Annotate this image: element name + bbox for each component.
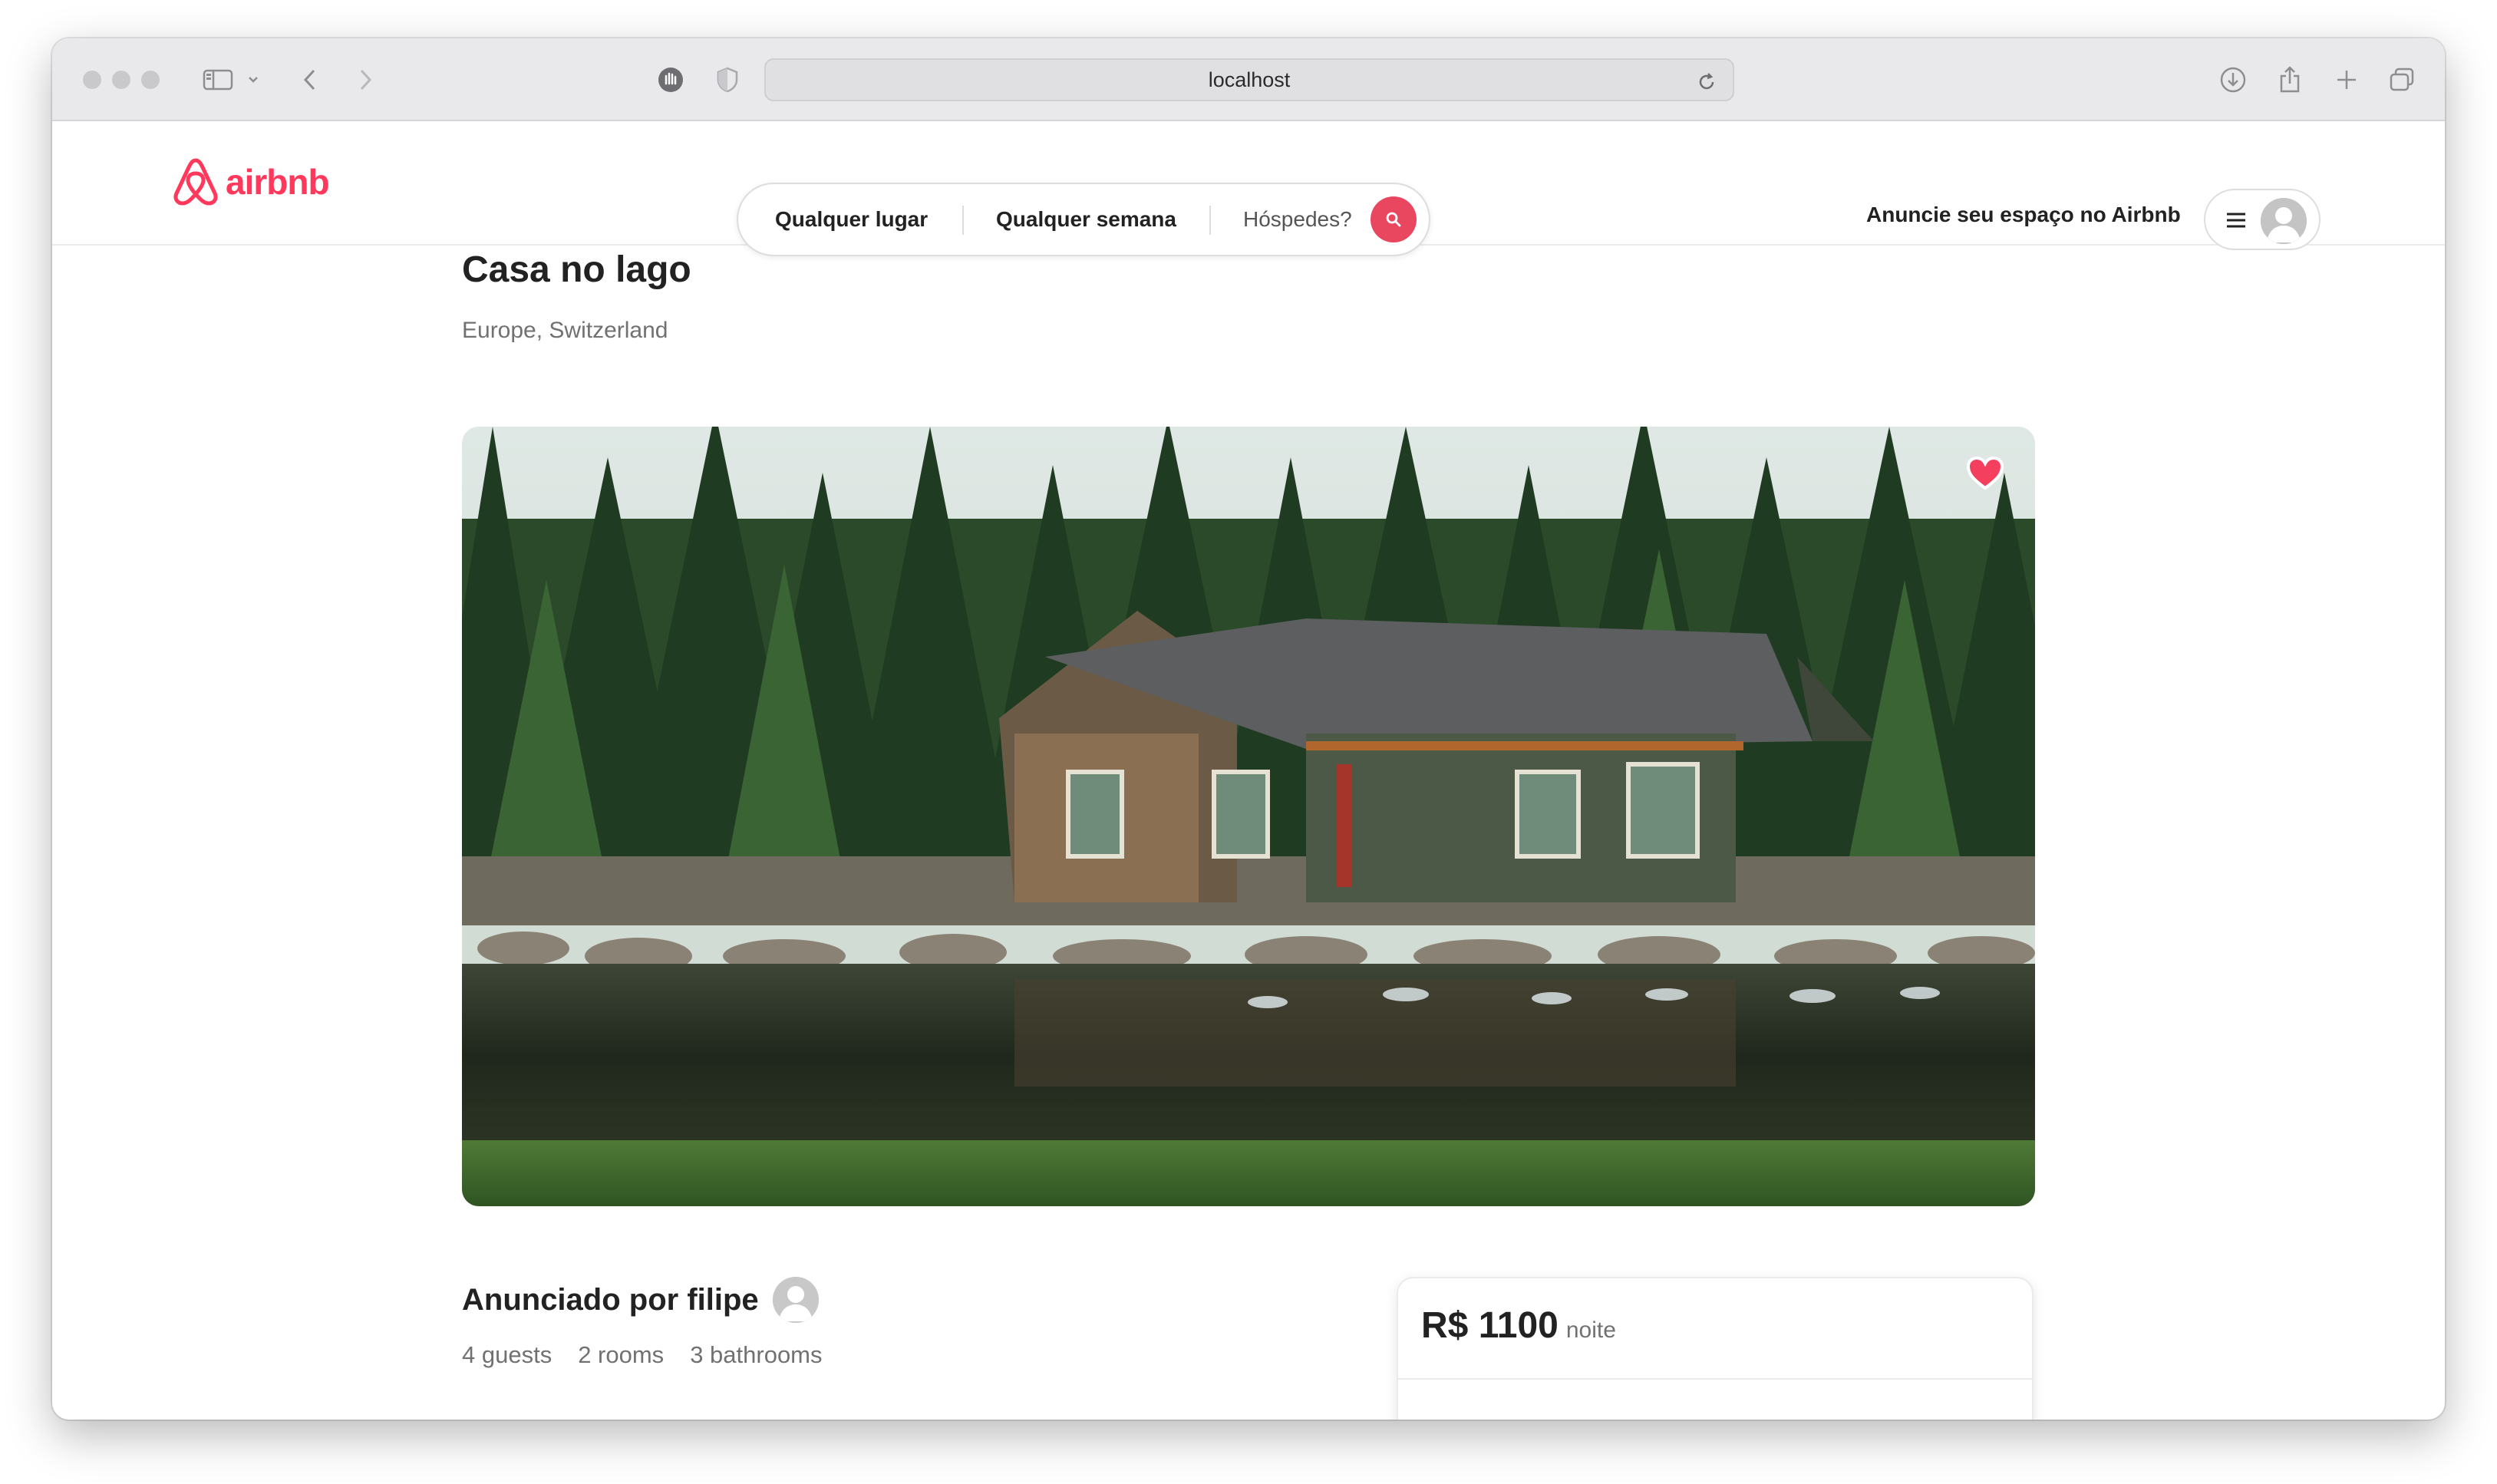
rooms-count: 2 rooms (578, 1341, 665, 1368)
search-divider (1209, 206, 1211, 235)
menu-icon (2227, 213, 2245, 228)
new-tab-icon[interactable] (2330, 60, 2363, 100)
listing-photo (462, 427, 2035, 1206)
site-header: airbnb Qualquer lugar Qualquer semana Hó… (52, 121, 2445, 256)
search-location[interactable]: Qualquer lugar (775, 184, 928, 255)
zoom-window-button[interactable] (141, 71, 160, 89)
host-heading-text: Anunciado por filipe (462, 1282, 759, 1317)
privacy-hand-icon[interactable] (654, 60, 688, 100)
host-avatar (772, 1277, 819, 1323)
nightly-price: R$ 1100 (1421, 1305, 1559, 1346)
share-icon[interactable] (2273, 60, 2307, 100)
search-divider (962, 206, 964, 235)
user-menu-button[interactable] (2204, 189, 2321, 250)
reload-icon[interactable] (1691, 61, 1722, 101)
shield-icon[interactable] (711, 60, 744, 100)
search-bar[interactable]: Qualquer lugar Qualquer semana Hóspedes? (737, 183, 1430, 256)
price-card: R$ 1100 noite (1397, 1277, 2034, 1420)
back-icon[interactable] (295, 60, 325, 100)
browser-toolbar: localhost (52, 38, 2445, 121)
lake-cabin-image (462, 427, 2035, 1206)
listing-location: Europe, Switzerland (462, 318, 668, 343)
chevron-down-icon[interactable] (246, 60, 261, 100)
airbnb-logo-icon (173, 158, 218, 206)
search-guests[interactable]: Hóspedes? (1243, 184, 1352, 255)
guests-count: 4 guests (462, 1341, 553, 1368)
listing-stats: 4 guests 2 rooms 3 bathrooms (462, 1341, 823, 1369)
tab-overview-icon[interactable] (2385, 60, 2419, 100)
browser-window: localhost airbnb Qualquer lugar Qualquer… (52, 38, 2445, 1420)
forward-icon[interactable] (350, 60, 381, 100)
close-window-button[interactable] (83, 71, 101, 89)
search-button[interactable] (1371, 196, 1417, 242)
heart-icon (1966, 456, 2004, 490)
logo-text: airbnb (226, 162, 330, 202)
search-week[interactable]: Qualquer semana (996, 184, 1176, 255)
bathrooms-count: 3 bathrooms (690, 1341, 823, 1368)
host-your-space-link[interactable]: Anuncie seu espaço no Airbnb (1866, 203, 2181, 227)
minimize-window-button[interactable] (112, 71, 130, 89)
sidebar-toggle-icon[interactable] (201, 60, 235, 100)
address-bar[interactable]: localhost (764, 58, 1734, 101)
price-row: R$ 1100 noite (1421, 1304, 1616, 1347)
price-unit: noite (1565, 1317, 1616, 1343)
downloads-icon[interactable] (2216, 60, 2250, 100)
search-icon (1386, 212, 1401, 227)
host-heading: Anunciado por filipe (462, 1277, 819, 1323)
url-text: localhost (1208, 68, 1291, 91)
listing-title: Casa no lago (462, 249, 691, 290)
airbnb-logo[interactable]: airbnb (172, 157, 330, 207)
favorite-button[interactable] (1966, 456, 2004, 495)
price-divider (1398, 1378, 2032, 1380)
user-avatar (2261, 198, 2307, 244)
